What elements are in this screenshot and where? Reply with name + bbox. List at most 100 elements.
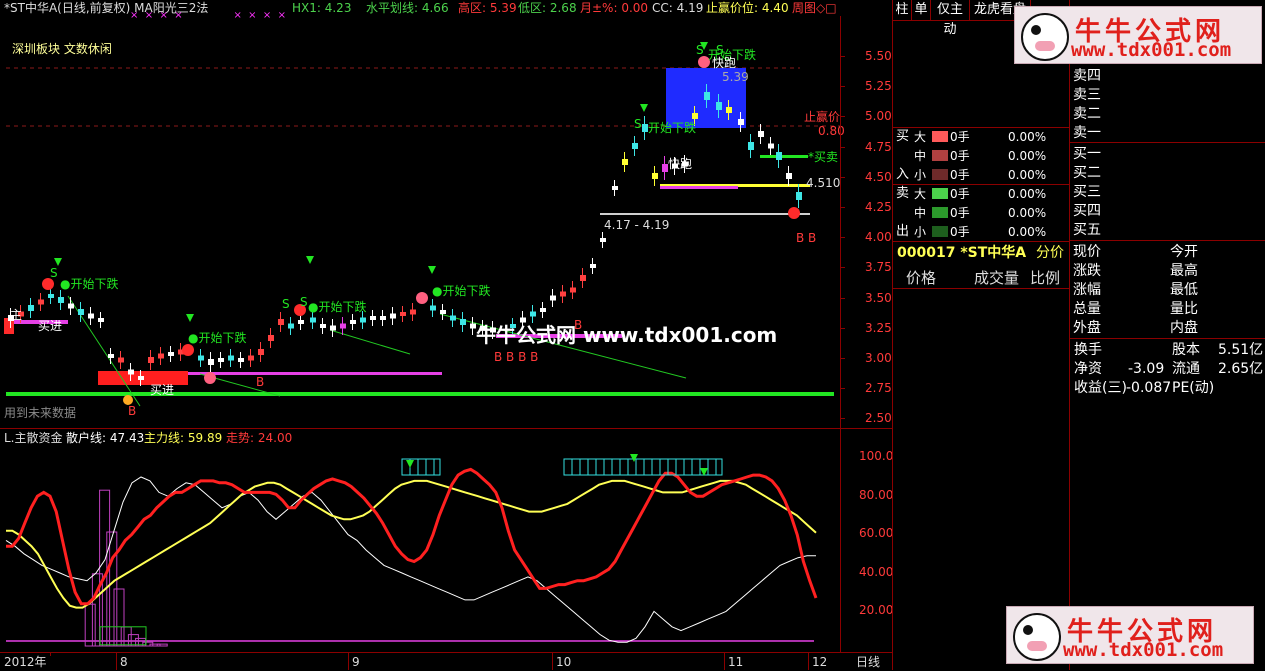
indicator-tick: 40.00	[859, 564, 894, 579]
panel-border	[892, 0, 893, 670]
quote-label: 量比	[1170, 301, 1198, 317]
top-title-bar: *ST中华A(日线,前复权) MA阳光三2法 HX1: 4.23 水平划线: 4…	[0, 0, 840, 16]
x-label: 2012年	[4, 655, 47, 669]
cow-logo-icon	[1021, 13, 1069, 61]
annot-zhiying-lbl: 止赢价	[804, 110, 841, 124]
candle-body	[738, 119, 744, 125]
down-arrow-icon	[406, 460, 414, 468]
flow-color-swatch	[932, 188, 948, 199]
zhuli-value: 主力线: 59.89	[144, 431, 223, 445]
upper-magenta-level	[660, 186, 738, 189]
candle-body	[570, 287, 576, 293]
quote-label: 涨幅	[1073, 282, 1101, 298]
candle-body	[350, 320, 356, 324]
candle-body	[48, 294, 54, 298]
stat-liutong: 流通	[1172, 361, 1200, 377]
candle-body	[68, 303, 74, 309]
indicator-chart[interactable]	[0, 446, 840, 652]
orderbook-bottom-border	[1070, 240, 1265, 241]
candle-body	[238, 358, 244, 362]
candle-body	[580, 275, 586, 281]
baseline	[6, 640, 814, 642]
col-volume: 成交量	[974, 269, 1020, 287]
flow-percent: 0.00%	[1008, 187, 1047, 201]
volume-bar	[113, 588, 125, 647]
candle-body	[98, 318, 104, 322]
tab-dan[interactable]: 单	[912, 0, 931, 20]
volume-bar	[120, 626, 132, 647]
annot-s-2: S	[282, 297, 290, 311]
sell-level: 卖一	[1073, 125, 1101, 141]
flow-color-swatch	[932, 207, 948, 218]
annot-range: 4.17 - 4.19	[604, 218, 670, 232]
indicator-header: L.主散资金 散户线: 47.43 主力线: 59.89 走势: 24.00	[0, 430, 840, 446]
watermark-url: www.tdx001.com	[1063, 639, 1224, 661]
flow-volume: 0手	[950, 149, 970, 163]
candle-body	[118, 357, 124, 363]
zoushi-value: 走势: 24.00	[226, 431, 293, 445]
candle-body	[410, 309, 416, 315]
sector-label: 深圳板块 文数休闲	[12, 42, 112, 56]
sell-level: 卖四	[1073, 68, 1101, 84]
fenjia-label[interactable]: 分价	[1036, 244, 1064, 262]
candle-body	[758, 131, 764, 137]
down-arrow-icon	[630, 454, 638, 462]
zhuli-line	[6, 479, 817, 609]
tab-zhudong[interactable]: 仅主动	[931, 0, 970, 37]
flow-mid-border	[892, 184, 1069, 185]
buy-level: 买五	[1073, 222, 1101, 238]
tab-zhu[interactable]: 柱	[893, 0, 912, 20]
candle-body	[360, 317, 366, 323]
annot-kaishi-5: 开始下跌	[648, 121, 697, 135]
candle-body	[310, 317, 316, 323]
shuiping-value: 水平划线: 4.66	[366, 1, 449, 15]
annot-gao-price: 5.39	[722, 70, 749, 84]
stat-shouyi: 收益(三)	[1074, 380, 1127, 396]
flow-buy-label: 买	[896, 129, 910, 144]
quote-label: 今开	[1170, 244, 1198, 260]
period-label[interactable]: 日线	[856, 655, 880, 669]
watermark-top: 牛牛公式网 www.tdx001.com	[1014, 6, 1262, 64]
volume-bar	[84, 603, 96, 647]
candle-body	[248, 355, 254, 361]
candle-body	[768, 143, 774, 149]
candle-body	[198, 355, 204, 361]
annot-kuaipao-2: 快跑	[712, 56, 737, 70]
candle-body	[600, 238, 606, 242]
candle-body	[612, 186, 618, 190]
x-label: 8	[120, 655, 128, 669]
buy-level: 买四	[1073, 203, 1101, 219]
price-chart[interactable]	[0, 16, 840, 428]
down-arrow-icon	[306, 256, 314, 264]
support-line	[6, 392, 834, 396]
stat-jingzi-val: -3.09	[1128, 361, 1165, 377]
price-tick: 5.25	[865, 79, 892, 94]
flow-volume: 0手	[950, 187, 970, 201]
stat-guben-val: 5.51亿	[1218, 342, 1264, 358]
quote-bottom-border	[1070, 338, 1265, 339]
candle-body	[704, 92, 710, 100]
flow-volume: 0手	[950, 206, 970, 220]
signal-dot-red	[182, 344, 194, 356]
watermark-bottom: 牛牛公式网 www.tdx001.com	[1006, 606, 1254, 664]
candle-body	[716, 102, 722, 110]
annot-s-4: S	[634, 117, 642, 131]
flow-color-swatch	[932, 131, 948, 142]
flow-color-swatch	[932, 150, 948, 161]
flow-percent: 0.00%	[1008, 206, 1047, 220]
indicator-axis: 100.0 80.00 60.00 40.00 20.00	[840, 429, 893, 653]
price-tick: 4.75	[865, 139, 892, 154]
annot-bb-mid: B B B B	[494, 350, 539, 364]
indicator-tick: 60.00	[859, 526, 894, 540]
annot-bb-right: B B	[796, 231, 817, 245]
flow-size: 小	[914, 168, 927, 182]
price-tick: 4.00	[865, 230, 892, 245]
period-switch[interactable]: 周图◇□	[792, 1, 837, 15]
signal-dot-pink	[204, 372, 216, 384]
x-label: 11	[728, 655, 744, 669]
stat-guben: 股本	[1172, 342, 1200, 358]
candle-body	[776, 152, 782, 160]
indicator-tick: 100.0	[859, 449, 894, 463]
candle-body	[168, 352, 174, 356]
annot-kaishi-2: ●开始下跌	[188, 331, 247, 345]
